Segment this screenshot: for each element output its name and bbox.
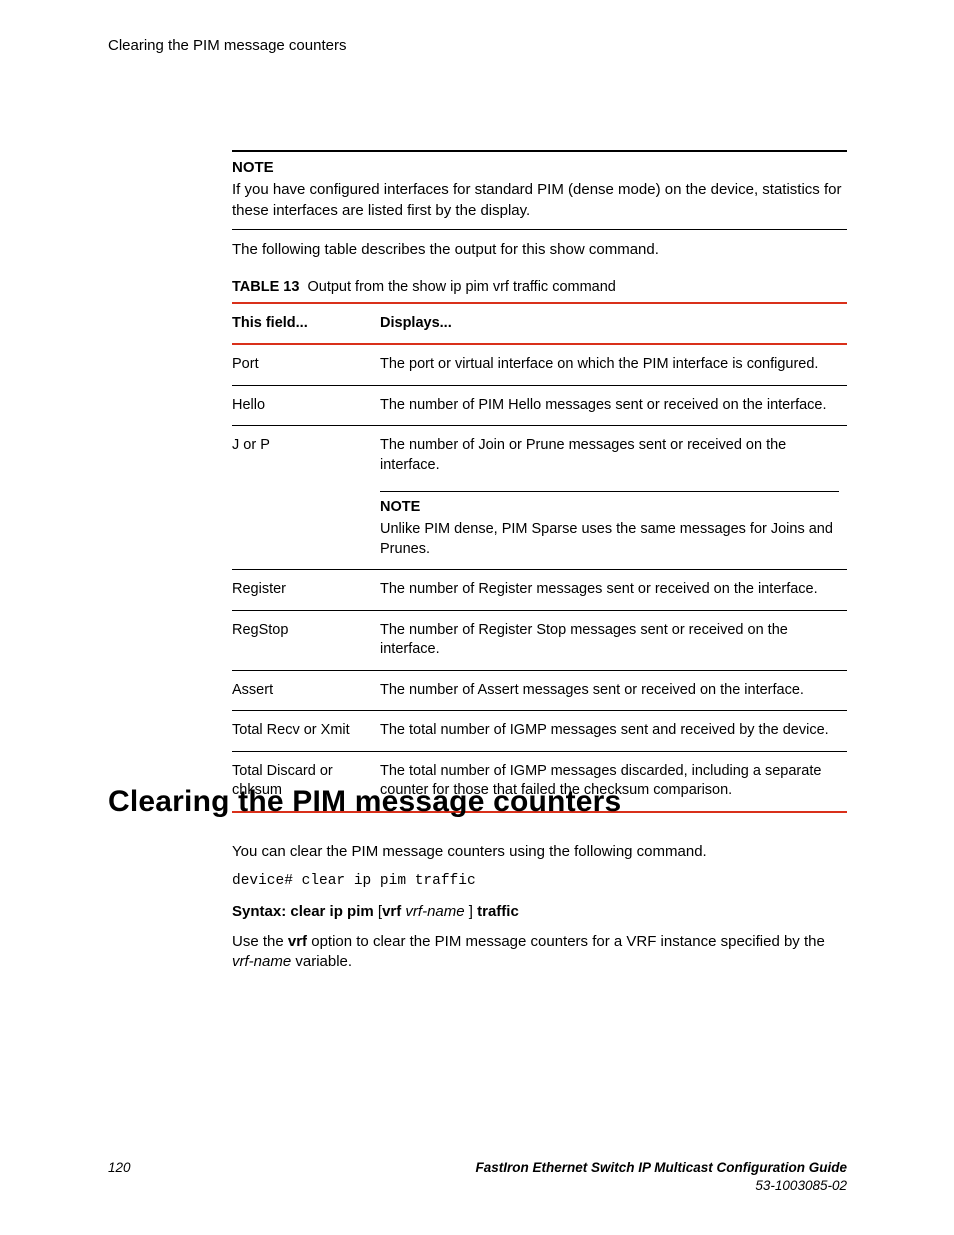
inner-note-rule-top	[380, 491, 839, 492]
syntax-opt: vrf	[382, 903, 401, 920]
doc-title: FastIron Ethernet Switch IP Multicast Co…	[475, 1159, 847, 1177]
page-number: 120	[108, 1159, 131, 1177]
table-caption-prefix: TABLE 13	[232, 279, 299, 295]
cell-desc: The number of Register Stop messages sen…	[380, 610, 847, 670]
content-block: NOTE If you have configured interfaces f…	[232, 150, 847, 813]
section-heading: Clearing the PIM message counters	[108, 782, 847, 823]
cell-desc-text: The number of Join or Prune messages sen…	[380, 437, 786, 473]
bp2d: vrf-name	[232, 953, 291, 970]
body-para-1: You can clear the PIM message counters u…	[232, 842, 847, 862]
cell-field: RegStop	[232, 610, 380, 670]
code-line: device# clear ip pim traffic	[232, 872, 847, 892]
table-row: J or P The number of Join or Prune messa…	[232, 426, 847, 570]
bp2b: vrf	[288, 933, 307, 950]
inner-note-body: Unlike PIM dense, PIM Sparse uses the sa…	[380, 520, 839, 559]
cell-desc: The total number of IGMP messages sent a…	[380, 711, 847, 752]
table-row: Assert The number of Assert messages sen…	[232, 670, 847, 711]
cell-field: J or P	[232, 426, 380, 570]
table-header-row: This field... Displays...	[232, 303, 847, 345]
cell-desc: The number of Assert messages sent or re…	[380, 670, 847, 711]
table-row: Port The port or virtual interface on wh…	[232, 344, 847, 385]
table-row: RegStop The number of Register Stop mess…	[232, 610, 847, 670]
cell-desc: The number of Join or Prune messages sen…	[380, 426, 847, 570]
syntax-label: Syntax: clear ip pim	[232, 903, 374, 920]
cell-field: Assert	[232, 670, 380, 711]
cell-desc: The number of PIM Hello messages sent or…	[380, 385, 847, 426]
table-caption-title: Output from the show ip pim vrf traffic …	[307, 279, 615, 295]
output-table: This field... Displays... Port The port …	[232, 302, 847, 813]
page-footer: 120 FastIron Ethernet Switch IP Multicas…	[108, 1159, 847, 1195]
section-body: You can clear the PIM message counters u…	[232, 842, 847, 981]
note-label: NOTE	[232, 158, 847, 178]
cell-field: Total Recv or Xmit	[232, 711, 380, 752]
note-body: If you have configured interfaces for st…	[232, 180, 847, 221]
bp2c: option to clear the PIM message counters…	[307, 933, 825, 950]
note-rule-bottom	[232, 229, 847, 230]
table-row: Register The number of Register messages…	[232, 570, 847, 611]
cell-desc: The port or virtual interface on which t…	[380, 344, 847, 385]
bp2e: variable.	[291, 953, 352, 970]
syntax-tail: traffic	[477, 903, 519, 920]
th-desc: Displays...	[380, 303, 847, 345]
cell-desc: The number of Register messages sent or …	[380, 570, 847, 611]
inner-note-label: NOTE	[380, 498, 839, 518]
syntax-line: Syntax: clear ip pim [vrf vrf-name ] tra…	[232, 902, 847, 922]
note-rule-top	[232, 150, 847, 152]
cell-field: Register	[232, 570, 380, 611]
th-field: This field...	[232, 303, 380, 345]
cell-field: Port	[232, 344, 380, 385]
table-caption: TABLE 13 Output from the show ip pim vrf…	[232, 278, 847, 298]
syntax-rbr: ]	[469, 903, 473, 920]
table-row: Total Recv or Xmit The total number of I…	[232, 711, 847, 752]
cell-field: Hello	[232, 385, 380, 426]
body-para-2: Use the vrf option to clear the PIM mess…	[232, 932, 847, 973]
doc-number: 53-1003085-02	[755, 1177, 847, 1195]
syntax-arg: vrf-name	[405, 903, 464, 920]
table-row: Hello The number of PIM Hello messages s…	[232, 385, 847, 426]
running-head: Clearing the PIM message counters	[108, 36, 346, 56]
inner-note: NOTE Unlike PIM dense, PIM Sparse uses t…	[380, 491, 839, 559]
bp2a: Use the	[232, 933, 288, 950]
intro-paragraph: The following table describes the output…	[232, 240, 847, 260]
